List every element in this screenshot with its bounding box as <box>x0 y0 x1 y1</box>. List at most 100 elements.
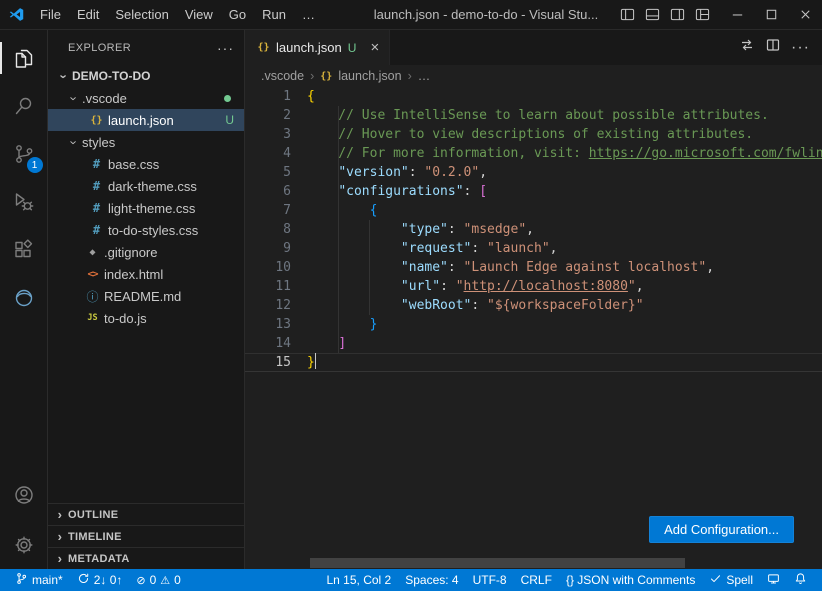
code-line[interactable]: 14 ] <box>245 334 822 353</box>
explorer-more-actions-icon[interactable]: ··· <box>217 40 234 56</box>
json-file-icon: {} <box>255 42 272 53</box>
breadcrumb-item[interactable]: … <box>418 69 431 83</box>
search-icon[interactable] <box>0 82 48 130</box>
panel-timeline[interactable]: ›TIMELINE <box>48 525 244 547</box>
line-number: 4 <box>245 144 291 163</box>
line-number: 11 <box>245 277 291 296</box>
status-notifications[interactable] <box>789 569 812 591</box>
chevron-right-icon: › <box>52 551 68 566</box>
html-file-icon: <> <box>84 269 101 280</box>
breadcrumb-item[interactable]: launch.json <box>338 69 401 83</box>
toggle-sidebar-icon[interactable] <box>616 3 639 26</box>
line-number: 2 <box>245 106 291 125</box>
code-line[interactable]: 8 "type": "msedge", <box>245 220 822 239</box>
tree-root-folder[interactable]: › DEMO-TO-DO <box>48 65 244 87</box>
status-indentation[interactable]: Spaces: 4 <box>400 569 463 591</box>
bell-icon <box>794 572 807 588</box>
code-line[interactable]: 7 { <box>245 201 822 220</box>
menu-go[interactable]: Go <box>221 5 254 24</box>
js-file-icon: JS <box>84 313 101 323</box>
line-number: 8 <box>245 220 291 239</box>
tree-item-label: index.html <box>104 267 163 282</box>
extensions-icon[interactable] <box>0 226 48 274</box>
status-language-mode[interactable]: {} JSON with Comments <box>561 569 700 591</box>
code-line[interactable]: 12 "webRoot": "${workspaceFolder}" <box>245 296 822 315</box>
menu-edit[interactable]: Edit <box>69 5 107 24</box>
status-encoding[interactable]: UTF-8 <box>468 569 512 591</box>
minimize-button[interactable] <box>720 0 754 29</box>
tree-folder-.vscode[interactable]: ›.vscode <box>48 87 244 109</box>
more-actions-icon[interactable]: ··· <box>791 39 810 57</box>
status-cursor-position[interactable]: Ln 15, Col 2 <box>322 569 397 591</box>
status-text: 0 <box>150 573 157 587</box>
open-changes-icon[interactable] <box>739 37 755 58</box>
tree-file-base.css[interactable]: #base.css <box>48 153 244 175</box>
tree-file-dark-theme.css[interactable]: #dark-theme.css <box>48 175 244 197</box>
tree-file-light-theme.css[interactable]: #light-theme.css <box>48 197 244 219</box>
customize-layout-icon[interactable] <box>691 3 714 26</box>
json-file-icon: {} <box>88 115 105 126</box>
status-text: CRLF <box>521 573 552 587</box>
line-content: "type": "msedge", <box>291 220 534 239</box>
line-content: // Use IntelliSense to learn about possi… <box>291 106 769 125</box>
tab-bar: {} launch.json U × ··· <box>245 30 822 65</box>
breadcrumb-separator: › <box>310 69 314 83</box>
menu-selection[interactable]: Selection <box>107 5 176 24</box>
code-line[interactable]: 1{ <box>245 87 822 106</box>
status-remote-indicator[interactable] <box>762 569 785 591</box>
tree-file-.gitignore[interactable]: ◆.gitignore <box>48 241 244 263</box>
code-line[interactable]: 9 "request": "launch", <box>245 239 822 258</box>
tree-file-to-do-styles.css[interactable]: #to-do-styles.css <box>48 219 244 241</box>
code-line[interactable]: 2 // Use IntelliSense to learn about pos… <box>245 106 822 125</box>
tree-item-label: base.css <box>108 157 159 172</box>
toggle-secondary-sidebar-icon[interactable] <box>666 3 689 26</box>
menu-run[interactable]: Run <box>254 5 294 24</box>
account-icon[interactable] <box>0 471 48 519</box>
breadcrumb-separator: › <box>408 69 412 83</box>
tree-file-index.html[interactable]: <>index.html <box>48 263 244 285</box>
menu-file[interactable]: File <box>32 5 69 24</box>
code-line[interactable]: 10 "name": "Launch Edge against localhos… <box>245 258 822 277</box>
status-git-sync[interactable]: 2↓ 0↑ <box>72 569 128 591</box>
source-control-icon[interactable]: 1 <box>0 130 48 178</box>
tab-launch-json[interactable]: {} launch.json U × <box>245 30 390 65</box>
code-line[interactable]: 5 "version": "0.2.0", <box>245 163 822 182</box>
tab-close-icon[interactable]: × <box>370 39 379 56</box>
maximize-button[interactable] <box>754 0 788 29</box>
menu-…[interactable]: … <box>294 5 323 24</box>
tree-file-to-do.js[interactable]: JSto-do.js <box>48 307 244 329</box>
code-line[interactable]: 6 "configurations": [ <box>245 182 822 201</box>
toggle-panel-icon[interactable] <box>641 3 664 26</box>
code-line[interactable]: 11 "url": "http://localhost:8080", <box>245 277 822 296</box>
explorer-icon[interactable] <box>0 34 48 82</box>
code-line[interactable]: 3 // Hover to view descriptions of exist… <box>245 125 822 144</box>
tree-item-label: dark-theme.css <box>108 179 197 194</box>
run-and-debug-icon[interactable] <box>0 178 48 226</box>
window-title: launch.json - demo-to-do - Visual Stu... <box>374 7 599 22</box>
status-spell-checker[interactable]: Spell <box>704 569 758 591</box>
split-editor-icon[interactable] <box>765 37 781 58</box>
close-button[interactable] <box>788 0 822 29</box>
edge-devtools-icon[interactable] <box>0 274 48 322</box>
add-configuration-button[interactable]: Add Configuration... <box>649 516 794 543</box>
line-content: "configurations": [ <box>291 182 487 201</box>
status-problems[interactable]: ⊘0⚠0 <box>131 569 185 591</box>
breadcrumb-item[interactable]: .vscode <box>261 69 304 83</box>
menu-view[interactable]: View <box>177 5 221 24</box>
breadcrumbs[interactable]: .vscode›{}launch.json›… <box>245 65 822 87</box>
panel-outline[interactable]: ›OUTLINE <box>48 503 244 525</box>
settings-gear-icon[interactable] <box>0 521 48 569</box>
panel-metadata[interactable]: ›METADATA <box>48 547 244 569</box>
status-end-of-line[interactable]: CRLF <box>516 569 557 591</box>
tree-folder-styles[interactable]: ›styles <box>48 131 244 153</box>
horizontal-scrollbar[interactable] <box>310 558 685 568</box>
code-editor[interactable]: 1{2 // Use IntelliSense to learn about p… <box>245 87 822 569</box>
code-line[interactable]: 13 } <box>245 315 822 334</box>
tree-item-label: styles <box>82 135 115 150</box>
line-content: } <box>291 353 316 372</box>
tree-file-launch.json[interactable]: {}launch.jsonU <box>48 109 244 131</box>
status-git-branch[interactable]: main* <box>10 569 68 591</box>
tree-file-README.md[interactable]: ⓘREADME.md <box>48 285 244 307</box>
code-line[interactable]: 4 // For more information, visit: https:… <box>245 144 822 163</box>
code-line[interactable]: 15} <box>245 353 822 372</box>
